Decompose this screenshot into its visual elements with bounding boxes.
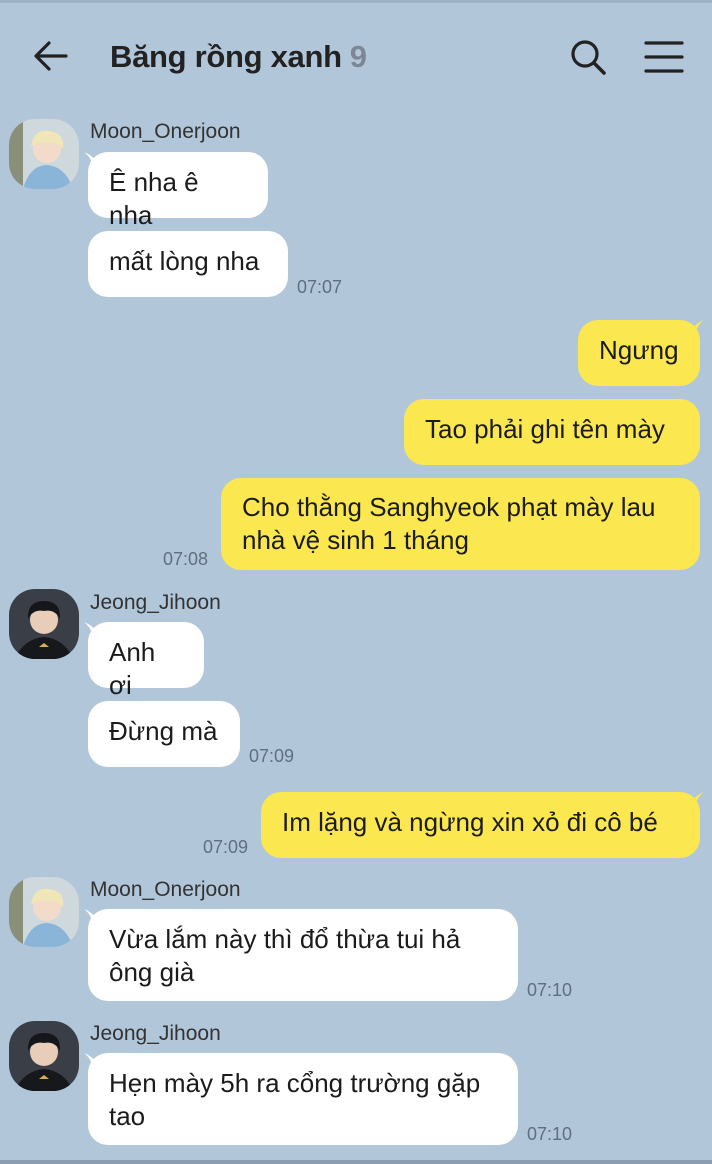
sender-name: Jeong_Jihoon bbox=[90, 591, 221, 614]
avatar-image bbox=[9, 119, 79, 189]
message-time: 07:10 bbox=[527, 1124, 573, 1144]
message-time: 07:10 bbox=[527, 980, 573, 1000]
bottom-border bbox=[0, 1160, 712, 1164]
message-time: 07:09 bbox=[203, 837, 249, 857]
message-bubble[interactable]: mất lòng nha bbox=[88, 231, 288, 297]
avatar-image bbox=[9, 589, 79, 659]
avatar-moon-onerjoon[interactable] bbox=[9, 877, 79, 947]
message-time: 07:07 bbox=[297, 277, 343, 297]
chat-title-text: Băng rồng xanh bbox=[110, 39, 342, 74]
avatar-moon-onerjoon[interactable] bbox=[9, 119, 79, 189]
member-count: 9 bbox=[349, 39, 367, 74]
avatar-image bbox=[9, 1021, 79, 1091]
chat-title: Băng rồng xanh 9 bbox=[110, 39, 367, 75]
message-bubble[interactable]: Vừa lắm này thì đổ thừa tui hả ông già bbox=[88, 909, 518, 1001]
message-bubble[interactable]: Tao phải ghi tên mày bbox=[404, 399, 700, 465]
message-bubble[interactable]: Anh ơi bbox=[88, 622, 204, 700]
search-icon[interactable] bbox=[566, 35, 610, 79]
message-bubble[interactable]: Ê nha ê nha bbox=[88, 152, 268, 230]
message-time: 07:08 bbox=[163, 549, 209, 569]
sender-name: Moon_Onerjoon bbox=[90, 878, 241, 901]
back-arrow-icon[interactable] bbox=[30, 35, 72, 77]
avatar-image bbox=[9, 877, 79, 947]
menu-icon[interactable] bbox=[640, 37, 688, 77]
avatar-jeong-jihoon[interactable] bbox=[9, 1021, 79, 1091]
message-bubble[interactable]: Im lặng và ngừng xin xỏ đi cô bé bbox=[261, 792, 700, 858]
message-bubble[interactable]: Cho thằng Sanghyeok phạt mày lau nhà vệ … bbox=[221, 478, 700, 570]
sender-name: Moon_Onerjoon bbox=[90, 120, 241, 143]
sender-name: Jeong_Jihoon bbox=[90, 1022, 221, 1045]
message-bubble[interactable]: Hẹn mày 5h ra cổng trường gặp tao bbox=[88, 1053, 518, 1145]
message-time: 07:09 bbox=[249, 746, 295, 766]
avatar-jeong-jihoon[interactable] bbox=[9, 589, 79, 659]
message-bubble[interactable]: Đừng mà bbox=[88, 701, 240, 767]
chat-header: Băng rồng xanh 9 bbox=[0, 3, 712, 103]
message-bubble[interactable]: Ngưng bbox=[578, 320, 700, 386]
